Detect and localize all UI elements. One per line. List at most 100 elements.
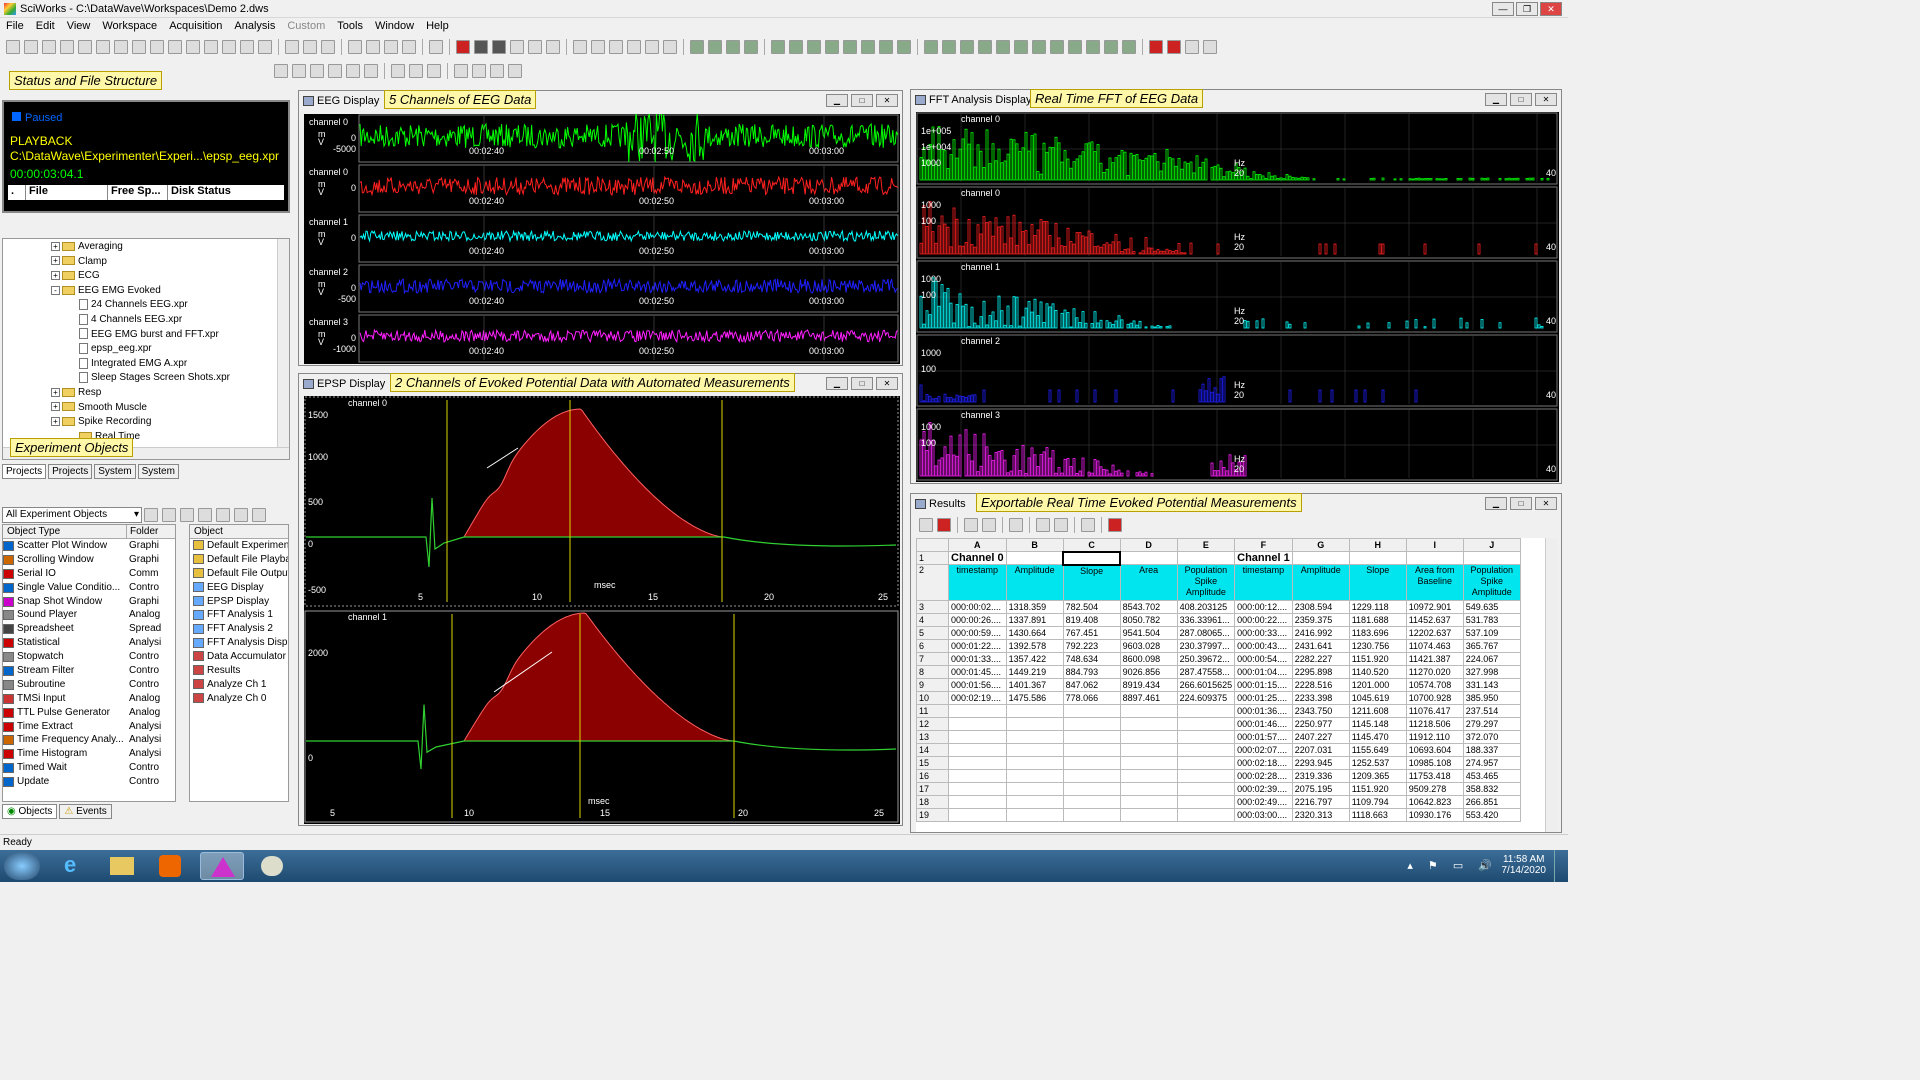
tool-4-icon[interactable] — [645, 40, 659, 54]
object-type-item[interactable]: Sound Player Analog — [3, 608, 175, 622]
table-cell[interactable]: 385.950 — [1462, 691, 1521, 705]
object-item[interactable]: FFT Analysis 2 — [190, 622, 288, 636]
table-cell[interactable] — [1062, 717, 1121, 731]
table-cell[interactable]: 1230.756 — [1348, 639, 1407, 653]
play-icon[interactable] — [492, 40, 506, 54]
table-cell[interactable]: 8919.434 — [1119, 678, 1178, 692]
start-button[interactable] — [4, 852, 40, 880]
rows-icon[interactable] — [1081, 518, 1095, 532]
column-header[interactable]: A — [948, 538, 1007, 552]
cursor-3-icon[interactable] — [825, 40, 839, 54]
table-cell[interactable]: 2282.227 — [1291, 652, 1350, 666]
table-cell[interactable]: 1252.537 — [1348, 756, 1407, 770]
export-icon[interactable] — [1108, 518, 1122, 532]
expand-toggle-icon[interactable]: + — [51, 402, 60, 412]
table-cell[interactable]: 331.143 — [1462, 678, 1521, 692]
measure-header-cell[interactable]: Population Spike Amplitude — [1176, 564, 1236, 601]
tool-5-icon[interactable] — [663, 40, 677, 54]
marker-10-icon[interactable] — [1104, 40, 1118, 54]
table-cell[interactable]: 000:01:56.... — [948, 678, 1007, 692]
object-type-item[interactable]: Scrolling Window Graphi — [3, 553, 175, 567]
table-cell[interactable]: 2075.195 — [1291, 782, 1350, 796]
table-cell[interactable]: 1209.365 — [1348, 769, 1407, 783]
layout-1-icon[interactable] — [472, 64, 486, 78]
results-maximize-button[interactable]: □ — [1510, 497, 1532, 510]
table-cell[interactable] — [1119, 717, 1178, 731]
fft-close-button[interactable]: ✕ — [1535, 93, 1557, 106]
tree-item[interactable]: Integrated EMG A.xpr — [3, 357, 289, 372]
table-cell[interactable]: 748.634 — [1062, 652, 1121, 666]
table-cell[interactable] — [1176, 808, 1236, 822]
table-cell[interactable]: 2250.977 — [1291, 717, 1350, 731]
table-cell[interactable]: 000:00:33.... — [1234, 626, 1293, 640]
table-cell[interactable] — [948, 769, 1007, 783]
table-cell[interactable]: 358.832 — [1462, 782, 1521, 796]
expand-toggle-icon[interactable]: - — [51, 285, 60, 295]
object-item[interactable]: Analyze Ch 1 — [190, 678, 288, 692]
file-explorer-icon[interactable] — [100, 852, 144, 880]
measure-0-icon[interactable] — [690, 40, 704, 54]
cursor-5-icon[interactable] — [861, 40, 875, 54]
table-cell[interactable]: 12202.637 — [1405, 626, 1464, 640]
layout-0-icon[interactable] — [454, 64, 468, 78]
media-player-icon[interactable] — [148, 852, 192, 880]
row-header[interactable]: 13 — [916, 730, 949, 744]
table-cell[interactable]: 1449.219 — [1005, 665, 1064, 679]
row-header[interactable]: 5 — [916, 626, 949, 640]
id-icon[interactable] — [429, 40, 443, 54]
close-button[interactable]: ✕ — [1540, 2, 1562, 16]
table-cell[interactable]: 000:03:00.... — [1234, 808, 1293, 822]
table-cell[interactable]: 000:01:22.... — [948, 639, 1007, 653]
results-minimize-button[interactable]: ▁ — [1485, 497, 1507, 510]
channel-header-cell[interactable] — [1176, 551, 1236, 565]
align-3-icon[interactable] — [328, 64, 342, 78]
table-cell[interactable]: 2320.313 — [1291, 808, 1350, 822]
tree-item[interactable]: + Averaging — [3, 240, 289, 255]
table-icon[interactable] — [964, 518, 978, 532]
find-next-icon[interactable] — [204, 40, 218, 54]
table-cell[interactable]: 2407.227 — [1291, 730, 1350, 744]
table-cell[interactable]: 2359.375 — [1291, 613, 1350, 627]
col-free-space[interactable]: Free Sp... — [108, 185, 168, 200]
table-cell[interactable] — [1005, 704, 1064, 718]
col-dot[interactable]: . — [8, 185, 26, 200]
table-cell[interactable]: 000:02:18.... — [1234, 756, 1293, 770]
tree-item[interactable]: 4 Channels EEG.xpr — [3, 313, 289, 328]
col-object[interactable]: Object — [190, 525, 288, 539]
col-file[interactable]: File — [26, 185, 108, 200]
table-cell[interactable] — [948, 704, 1007, 718]
table-cell[interactable]: 537.109 — [1462, 626, 1521, 640]
table-cell[interactable] — [948, 717, 1007, 731]
table-cell[interactable] — [1176, 730, 1236, 744]
table-cell[interactable]: 1430.664 — [1005, 626, 1064, 640]
tile-icon[interactable] — [198, 508, 212, 522]
channel-header-cell[interactable]: Channel 0 — [948, 551, 1007, 565]
minimize-button[interactable]: — — [1492, 2, 1514, 16]
table-cell[interactable]: 000:01:25.... — [1234, 691, 1293, 705]
table-cell[interactable] — [1062, 743, 1121, 757]
object-type-item[interactable]: Serial IO Comm — [3, 567, 175, 581]
table-cell[interactable]: 11421.387 — [1405, 652, 1464, 666]
measure-1-icon[interactable] — [708, 40, 722, 54]
cursor-1-icon[interactable] — [789, 40, 803, 54]
table-cell[interactable] — [1062, 808, 1121, 822]
row-header[interactable]: 12 — [916, 717, 949, 731]
edit-icon[interactable] — [919, 518, 933, 532]
table-cell[interactable]: 000:01:36.... — [1234, 704, 1293, 718]
clipboard-icon[interactable] — [1203, 40, 1217, 54]
pulse-3-icon[interactable] — [402, 40, 416, 54]
object-item[interactable]: FFT Analysis Displa — [190, 636, 288, 650]
object-type-item[interactable]: Update Contro — [3, 775, 175, 789]
table-cell[interactable] — [1062, 730, 1121, 744]
table-cell[interactable]: 000:02:39.... — [1234, 782, 1293, 796]
fft-maximize-button[interactable]: □ — [1510, 93, 1532, 106]
table-cell[interactable] — [948, 743, 1007, 757]
row-header[interactable]: 7 — [916, 652, 949, 666]
tree-item[interactable]: 24 Channels EEG.xpr — [3, 298, 289, 313]
table-cell[interactable]: 000:02:28.... — [1234, 769, 1293, 783]
table-cell[interactable] — [1176, 756, 1236, 770]
table-cell[interactable]: 1318.359 — [1005, 600, 1064, 614]
marker-6-icon[interactable] — [1032, 40, 1046, 54]
eeg-maximize-button[interactable]: □ — [851, 94, 873, 107]
tree-item[interactable]: + Spike Recording — [3, 415, 289, 430]
